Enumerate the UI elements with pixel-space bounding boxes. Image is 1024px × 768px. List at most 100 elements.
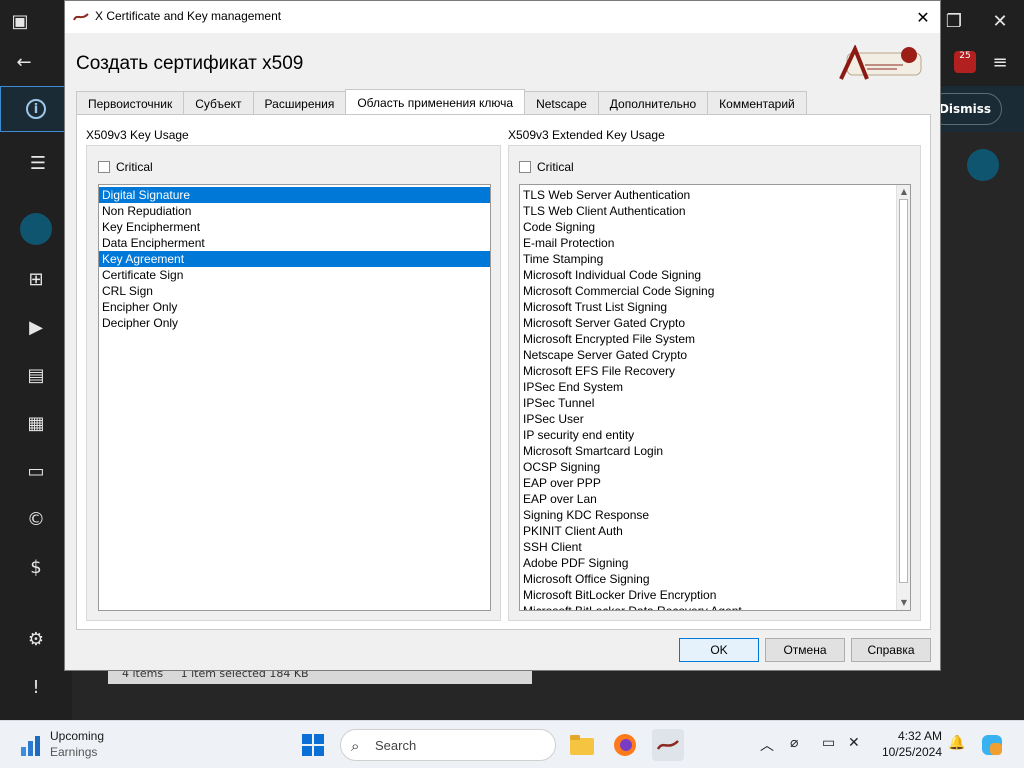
extended-key-usage-item[interactable]: Microsoft Trust List Signing [520,299,910,315]
extended-key-usage-item[interactable]: IP security end entity [520,427,910,443]
extended-key-usage-item[interactable]: IPSec End System [520,379,910,395]
extended-key-usage-item[interactable]: Microsoft EFS File Recovery [520,363,910,379]
scroll-up-icon[interactable]: ▲ [897,185,910,199]
extended-key-usage-item[interactable]: Time Stamping [520,251,910,267]
menu-icon[interactable]: ≡ [986,53,1014,73]
settings-gear-icon[interactable]: ⚙ [22,630,50,650]
back-arrow-icon[interactable]: ← [10,53,38,73]
certificate-dialog: X Certificate and Key management ✕ Созда… [64,0,941,671]
notification-bell-icon[interactable]: 🔔 [948,735,965,751]
notification-badge[interactable]: 25 [954,51,976,73]
extended-key-usage-item[interactable]: Microsoft Office Signing [520,571,910,587]
dialog-close-icon[interactable]: ✕ [906,1,940,33]
hamburger-menu-icon[interactable]: ☰ [24,154,52,174]
key-usage-item[interactable]: Encipher Only [99,299,490,315]
key-usage-item[interactable]: Data Encipherment [99,235,490,251]
key-usage-critical-box[interactable] [98,161,110,173]
copyright-icon[interactable]: © [22,510,50,530]
start-windows-icon[interactable] [302,734,324,756]
key-usage-list[interactable]: Digital Signature Non Repudiation Key Enci… [98,184,491,611]
extended-key-usage-item[interactable]: TLS Web Client Authentication [520,203,910,219]
extended-key-usage-item[interactable]: Microsoft BitLocker Data Recovery Agent [520,603,910,610]
extended-key-usage-item[interactable]: Microsoft Commercial Code Signing [520,283,910,299]
extended-key-usage-item[interactable]: E-mail Protection [520,235,910,251]
video-icon[interactable]: ▶ [22,318,50,338]
extended-key-usage-critical-box[interactable] [519,161,531,173]
restore-window-icon[interactable]: ❐ [940,12,968,32]
key-usage-item[interactable]: CRL Sign [99,283,490,299]
dashboard-icon[interactable]: ⊞ [22,270,50,290]
extended-key-usage-item[interactable]: Adobe PDF Signing [520,555,910,571]
copilot-icon[interactable] [976,729,1008,761]
avatar[interactable] [20,213,52,245]
extended-key-usage-item[interactable]: EAP over PPP [520,475,910,491]
key-usage-critical-checkbox[interactable]: Critical [98,160,153,174]
extended-key-usage-item[interactable]: Microsoft Encrypted File System [520,331,910,347]
extended-key-usage-item[interactable]: IPSec User [520,411,910,427]
extended-key-usage-item[interactable]: OCSP Signing [520,459,910,475]
list-icon[interactable]: ▭ [22,462,50,482]
key-usage-group: Critical Digital Signature Non Repudiatio… [86,145,501,621]
extended-key-usage-item[interactable]: Signing KDC Response [520,507,910,523]
scroll-down-icon[interactable]: ▼ [897,596,910,610]
tab-key-usage[interactable]: Область применения ключа [345,89,526,114]
tab-comment[interactable]: Комментарий [707,91,807,114]
archive-icon[interactable]: ▣ [6,12,34,32]
info-icon: i [26,99,46,119]
network-icon[interactable]: ⌀ [790,735,798,751]
taskbar-search-box[interactable]: ⌕ Search [340,729,556,761]
scrollbar-thumb[interactable] [899,199,908,583]
volume-icon[interactable]: ✕ [848,735,860,751]
tab-advanced[interactable]: Дополнительно [597,91,709,114]
widget-subtitle[interactable]: Earnings [50,745,97,759]
key-usage-item[interactable]: Key Encipherment [99,219,490,235]
extended-key-usage-item[interactable]: Microsoft Individual Code Signing [520,267,910,283]
tab-subject[interactable]: Субъект [183,91,254,114]
help-button[interactable]: Справка [851,638,931,662]
extended-key-usage-item[interactable]: SSH Client [520,539,910,555]
key-usage-item[interactable]: Non Repudiation [99,203,490,219]
info-button[interactable]: i [0,86,72,132]
extended-key-usage-item[interactable]: Microsoft Server Gated Crypto [520,315,910,331]
extended-key-usage-list[interactable]: TLS Web Server Authentication TLS Web Cli… [519,184,911,611]
tab-extensions[interactable]: Расширения [252,91,347,114]
dialog-titlebar[interactable]: X Certificate and Key management ✕ [65,1,940,33]
clock-time[interactable]: 4:32 AM [880,729,942,743]
key-usage-item[interactable]: Key Agreement [99,251,490,267]
file-explorer-icon[interactable] [566,729,598,761]
firefox-icon[interactable] [609,729,641,761]
tab-bar: Первоисточник Субъект Расширения Область… [76,89,807,115]
cancel-button[interactable]: Отмена [765,638,845,662]
stocks-widget-icon[interactable] [20,733,42,757]
xca-taskbar-icon[interactable] [652,729,684,761]
key-usage-item[interactable]: Certificate Sign [99,267,490,283]
extended-key-usage-item[interactable]: Microsoft Smartcard Login [520,443,910,459]
widget-title[interactable]: Upcoming [50,729,104,743]
extended-key-usage-scrollbar[interactable]: ▲ ▼ [896,185,910,610]
feedback-icon[interactable]: ! [22,678,50,698]
extended-key-usage-item[interactable]: IPSec Tunnel [520,395,910,411]
key-usage-item[interactable]: Decipher Only [99,315,490,331]
extended-key-usage-item[interactable]: Netscape Server Gated Crypto [520,347,910,363]
tab-netscape[interactable]: Netscape [524,91,599,114]
extended-key-usage-item[interactable]: Microsoft BitLocker Drive Encryption [520,587,910,603]
notes-icon[interactable]: ▦ [22,414,50,434]
key-usage-critical-label: Critical [116,160,153,174]
key-usage-item[interactable]: Digital Signature [99,187,490,203]
extended-key-usage-title: X509v3 Extended Key Usage [508,128,665,142]
user-avatar[interactable] [967,149,999,181]
extended-key-usage-item[interactable]: PKINIT Client Auth [520,523,910,539]
chart-icon[interactable]: ▤ [22,366,50,386]
close-window-icon[interactable]: ✕ [986,12,1014,32]
display-icon[interactable]: ▭ [822,735,835,751]
extended-key-usage-critical-checkbox[interactable]: Critical [519,160,574,174]
clock-date[interactable]: 10/25/2024 [866,745,942,759]
extended-key-usage-item[interactable]: EAP over Lan [520,491,910,507]
tray-overflow-chevron-icon[interactable]: ︿ [760,735,774,755]
extended-key-usage-item[interactable]: TLS Web Server Authentication [520,187,910,203]
page-title: Создать сертификат x509 [76,53,304,74]
extended-key-usage-item[interactable]: Code Signing [520,219,910,235]
dollar-icon[interactable]: $ [22,558,50,578]
tab-source[interactable]: Первоисточник [76,91,185,114]
ok-button[interactable]: OK [679,638,759,662]
